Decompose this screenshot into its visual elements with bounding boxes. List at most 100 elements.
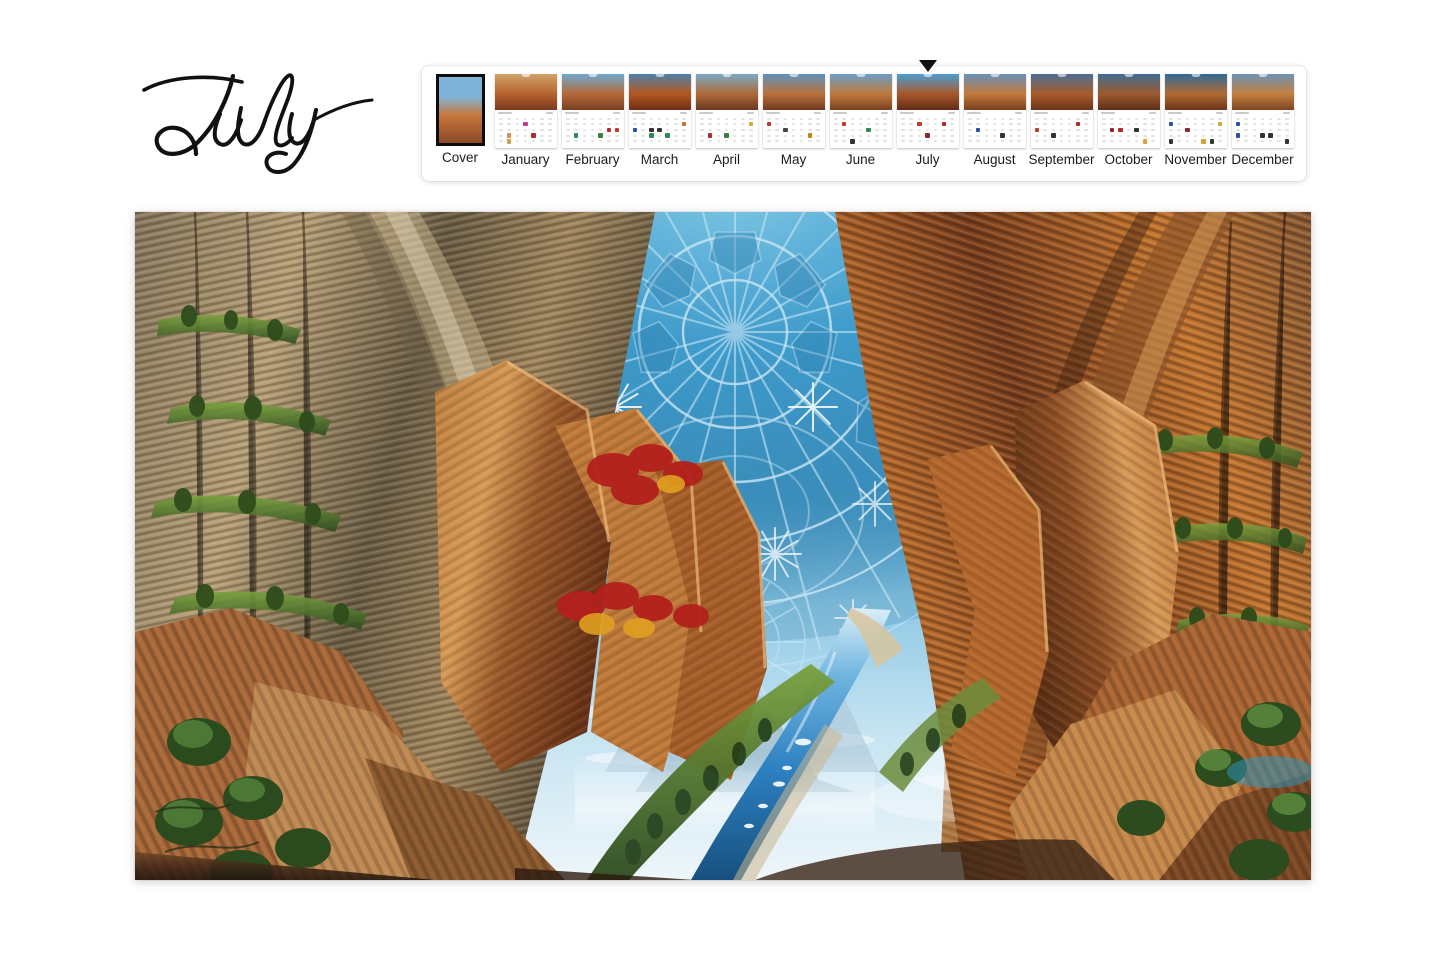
thumbnail-october[interactable]: October [1095, 74, 1162, 168]
thumbnail-july[interactable]: July [894, 60, 961, 168]
mini-calendar-day-number [1017, 123, 1021, 126]
mini-calendar-day-number [665, 117, 670, 120]
thumbnail-cover[interactable]: Cover [428, 74, 492, 166]
mini-calendar-day-number [1260, 123, 1265, 126]
mini-calendar-day-number [850, 128, 855, 131]
mini-calendar-day-number [901, 140, 905, 143]
mini-calendar-day-number [724, 140, 729, 143]
mini-calendar-day-number [816, 128, 820, 131]
mini-calendar-row [497, 122, 554, 127]
mini-calendar-event-dot [531, 133, 536, 138]
mini-calendar-day-number [708, 117, 712, 120]
mini-calendar-day [815, 134, 821, 138]
mini-calendar-day [991, 128, 997, 132]
mini-year-label [948, 112, 955, 114]
mini-calendar-day [1201, 139, 1207, 144]
mini-calendar-day [908, 139, 914, 143]
thumbnail-march[interactable]: March [626, 74, 693, 168]
mini-calendar-day-number [783, 123, 788, 126]
mini-calendar-grid [1164, 110, 1227, 148]
mini-calendar-day-number [976, 134, 980, 137]
mini-calendar-day [782, 127, 788, 133]
mini-calendar-day [1184, 122, 1190, 126]
mini-calendar-day-number [682, 140, 686, 143]
thumbnail-august[interactable]: August [961, 74, 1028, 168]
mini-calendar-row [1100, 134, 1157, 138]
thumbnail-february[interactable]: February [559, 74, 626, 168]
mini-calendar-row [1167, 117, 1224, 121]
thumbnail-photo [494, 74, 557, 110]
mini-calendar-day-number [1177, 128, 1181, 131]
mini-calendar-day [833, 139, 839, 143]
mini-calendar-day-number [641, 123, 645, 126]
mini-calendar-row [966, 117, 1023, 121]
mini-calendar-day [874, 117, 880, 121]
mini-calendar-day-number [842, 128, 846, 131]
mini-calendar-day-number [1017, 140, 1021, 143]
mini-calendar-event-dot [1075, 122, 1080, 127]
mini-calendar-day [1134, 122, 1140, 126]
mini-calendar-day-number [1075, 117, 1080, 120]
mini-calendar-day [522, 134, 528, 138]
mini-calendar-day [1251, 134, 1257, 138]
thumbnail-january[interactable]: January [492, 74, 559, 168]
mini-calendar-day-number [615, 140, 619, 143]
mini-calendar-day [1276, 128, 1282, 132]
mini-calendar-day [665, 139, 671, 143]
mini-year-label [1216, 112, 1223, 114]
mini-calendar-event-dot [606, 127, 611, 133]
mini-calendar-day [790, 128, 796, 132]
mini-calendar-day [506, 128, 512, 132]
mini-calendar-day-number [566, 123, 570, 126]
mini-calendar-day [849, 117, 855, 121]
mini-calendar-day [1201, 122, 1207, 126]
mini-calendar-day [1217, 117, 1223, 121]
thumbnail-june[interactable]: June [827, 74, 894, 168]
mini-calendar-day [1268, 122, 1274, 126]
mini-calendar-row [1234, 122, 1291, 127]
thumbnail-april[interactable]: April [693, 74, 760, 168]
mini-calendar-day-number [1035, 134, 1039, 137]
month-preview-image[interactable] [135, 212, 1311, 880]
mini-calendar-day [1284, 128, 1290, 132]
mini-calendar-day [975, 127, 981, 133]
mini-calendar-day-number [1236, 117, 1240, 120]
mini-calendar-day-number [700, 140, 704, 143]
mini-calendar-day-number [1126, 140, 1131, 143]
thumbnail-november[interactable]: November [1162, 74, 1229, 168]
mini-calendar-day-number [548, 117, 552, 120]
mini-calendar-day [766, 139, 772, 143]
mini-calendar-day [1016, 122, 1022, 126]
mini-calendar-day-number [874, 140, 879, 143]
mini-calendar-day [766, 134, 772, 138]
mini-calendar-day-number [984, 128, 989, 131]
mini-calendar-day-number [682, 134, 686, 137]
mini-calendar-day-number [740, 117, 745, 120]
mini-calendar-day [774, 117, 780, 121]
mini-calendar-day [1042, 134, 1048, 138]
mini-calendar-day-number [850, 134, 855, 137]
mini-calendar-day [790, 134, 796, 138]
thumbnail-label: November [1164, 152, 1227, 167]
mini-calendar-day [849, 139, 855, 144]
mini-calendar-day-number [499, 128, 503, 131]
thumbnail-photo [1097, 74, 1160, 110]
month-thumbnail-strip[interactable]: Cover January February March April May June Jul… [422, 60, 1306, 181]
mini-calendar-day [916, 128, 922, 132]
mini-calendar-day [1125, 122, 1131, 126]
mini-calendar-day-number [1102, 134, 1106, 137]
mini-calendar-grid [561, 110, 624, 148]
mini-month-label [699, 112, 713, 114]
mini-calendar-day [715, 117, 721, 121]
thumbnail-september[interactable]: September [1028, 74, 1095, 168]
thumbnail-december[interactable]: December [1229, 74, 1296, 168]
mini-calendar-day-number [1043, 128, 1047, 131]
mini-calendar-day [1125, 128, 1131, 132]
mini-calendar-day [1016, 139, 1022, 143]
mini-calendar-day [774, 122, 780, 126]
mini-calendar-day [991, 117, 997, 121]
mini-calendar-row [698, 139, 755, 143]
mini-calendar-day-number [1043, 117, 1047, 120]
thumbnail-may[interactable]: May [760, 74, 827, 168]
mini-calendar-day-number [1017, 134, 1021, 137]
